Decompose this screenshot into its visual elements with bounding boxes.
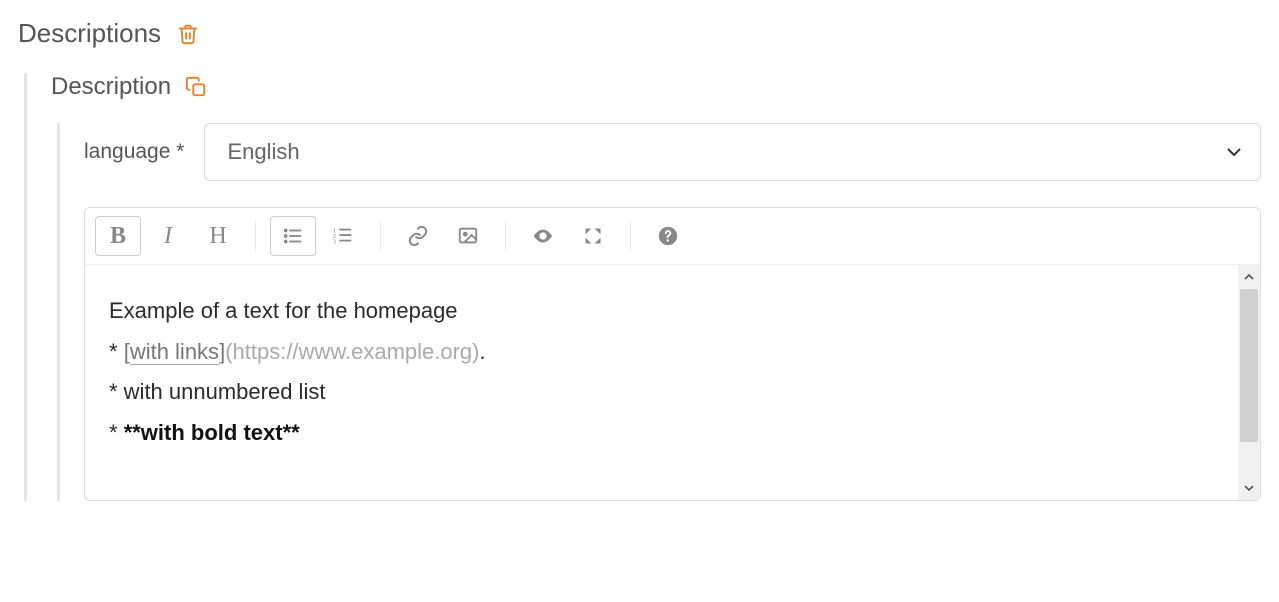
toolbar-separator [380,221,381,251]
language-select-value: English [227,139,299,165]
editor-line: Example of a text for the homepage [109,291,1214,332]
editor-scrollbar[interactable] [1238,265,1260,500]
svg-text:3: 3 [333,238,336,245]
scroll-down-arrow[interactable] [1238,476,1260,500]
scroll-up-arrow[interactable] [1238,265,1260,289]
language-select[interactable]: English [204,123,1261,181]
trash-icon[interactable] [177,23,199,45]
scroll-track[interactable] [1238,289,1260,476]
heading-button[interactable]: H [195,216,241,256]
description-item-title: Description [51,73,171,101]
editor-textarea[interactable]: Example of a text for the homepage * [wi… [85,265,1238,500]
italic-button[interactable]: I [145,216,191,256]
toolbar-separator [255,221,256,251]
toolbar-separator [505,221,506,251]
descriptions-title: Descriptions [18,18,161,49]
editor-body: Example of a text for the homepage * [wi… [85,265,1260,500]
fullscreen-button[interactable] [570,216,616,256]
scroll-thumb[interactable] [1240,289,1258,442]
editor-line: * **with bold text** [109,413,1214,454]
markdown-editor: B I H 123 [84,207,1261,501]
language-field-row: language * English [84,123,1261,181]
image-button[interactable] [445,216,491,256]
description-item-body: language * English B I H 12 [57,123,1261,501]
editor-toolbar: B I H 123 [85,208,1260,265]
numbered-list-button[interactable]: 123 [320,216,366,256]
editor-line: * with unnumbered list [109,372,1214,413]
copy-icon[interactable] [185,76,207,98]
bold-button[interactable]: B [95,216,141,256]
editor-line: * [with links](https://www.example.org). [109,332,1214,373]
link-button[interactable] [395,216,441,256]
descriptions-section-header: Descriptions [18,18,1261,49]
bullet-list-button[interactable] [270,216,316,256]
preview-button[interactable] [520,216,566,256]
language-label: language * [84,140,184,164]
description-item-block: Description language * English B [24,73,1261,501]
toolbar-separator [630,221,631,251]
description-item-header: Description [51,73,1261,101]
help-button[interactable] [645,216,691,256]
